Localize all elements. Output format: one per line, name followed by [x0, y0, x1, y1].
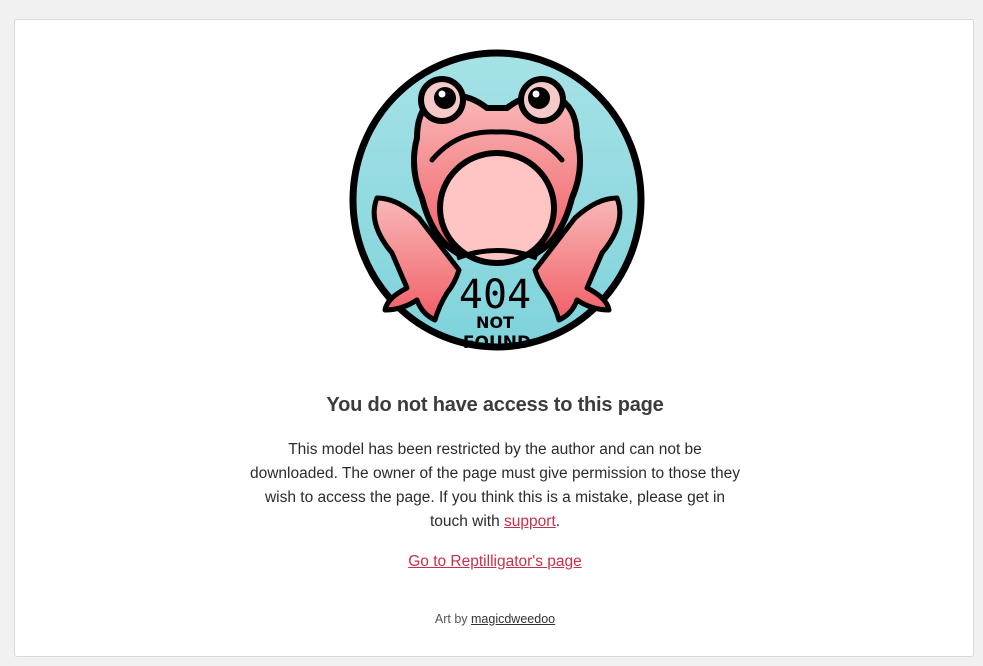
restriction-message: This model has been restricted by the au…: [245, 438, 745, 534]
go-to-profile-container: Go to Reptilligator's page: [15, 553, 975, 571]
go-to-profile-link[interactable]: Go to Reptilligator's page: [408, 553, 582, 570]
message-text: This model has been restricted by the au…: [250, 441, 740, 530]
credit-prefix: Art by: [434, 612, 472, 626]
frog-404-icon: 404 NOT FOUND: [349, 49, 645, 353]
artist-link[interactable]: magicdweedoo: [471, 612, 555, 626]
art-credit: Art by magicdweedoo: [15, 612, 975, 626]
text-not: NOT: [476, 313, 514, 332]
error-card: 404 NOT FOUND You do not have access to …: [14, 19, 974, 657]
message-end: .: [555, 513, 561, 530]
support-link[interactable]: support: [504, 513, 556, 530]
text-404: 404: [459, 272, 531, 318]
text-found: FOUND: [463, 333, 531, 353]
page-title: You do not have access to this page: [326, 394, 664, 416]
